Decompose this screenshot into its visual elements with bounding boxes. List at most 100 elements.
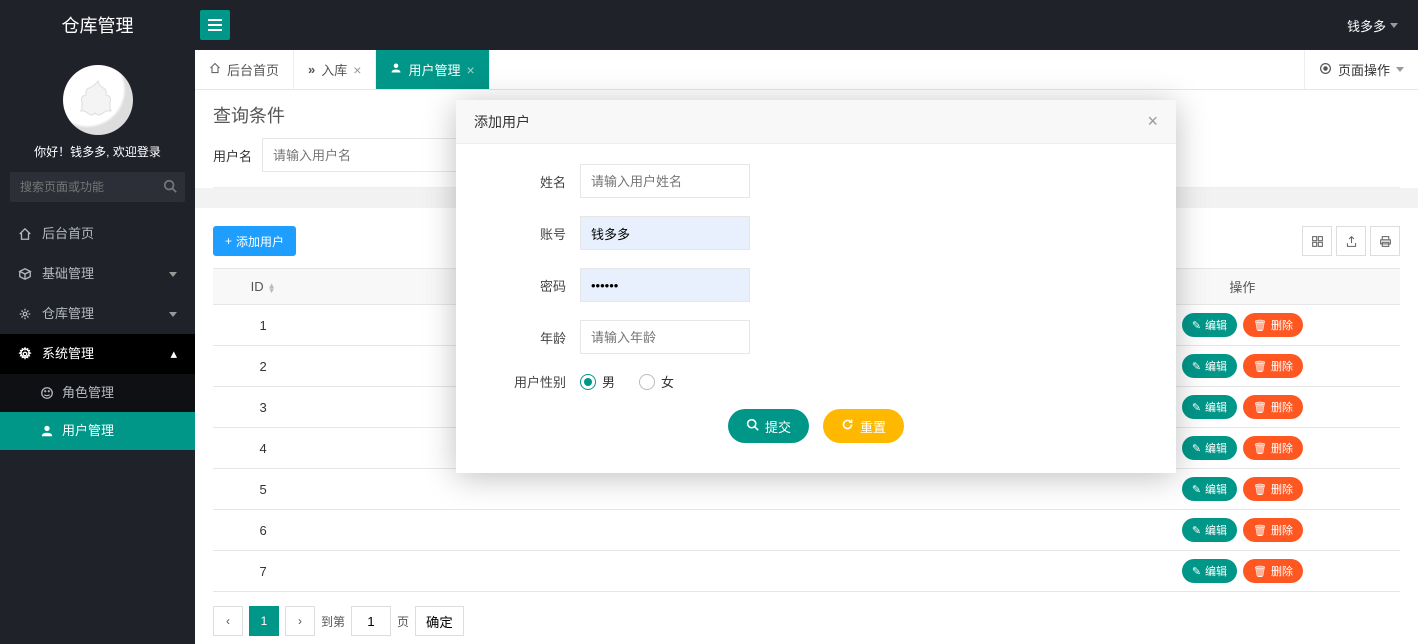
filter-button[interactable] [1302,226,1332,256]
welcome-text: 你好！钱多多, 欢迎登录 [0,143,195,172]
edit-button[interactable]: ✎编辑 [1182,395,1237,419]
gender-female-radio[interactable]: 女 [639,372,674,391]
trash-icon: 🗑 [1253,565,1267,578]
account-input[interactable] [580,216,750,250]
sort-icon: ▲▼ [268,283,276,293]
pencil-icon: ✎ [1192,319,1201,332]
target-icon [1319,62,1332,78]
edit-button[interactable]: ✎编辑 [1182,477,1237,501]
delete-button[interactable]: 🗑删除 [1243,559,1303,583]
password-input[interactable] [580,268,750,302]
pager-next[interactable]: › [285,606,315,636]
name-input[interactable] [580,164,750,198]
sidebar-item-home[interactable]: 后台首页 [0,214,195,254]
cog-icon [18,307,32,321]
pencil-icon: ✎ [1192,565,1201,578]
gender-male-radio[interactable]: 男 [580,372,615,391]
edit-button[interactable]: ✎编辑 [1182,436,1237,460]
table-row: 6 ✎编辑🗑删除 [213,510,1400,551]
user-name: 钱多多 [1347,16,1386,35]
gender-male-label: 男 [602,372,615,391]
edit-button[interactable]: ✎编辑 [1182,559,1237,583]
caret-down-icon [1390,23,1398,28]
gender-label: 用户性别 [486,372,566,391]
search-icon [746,418,759,434]
tab-label: 入库 [321,60,347,79]
sidebar-item-warehouse[interactable]: 仓库管理 [0,294,195,334]
delete-button[interactable]: 🗑删除 [1243,354,1303,378]
trash-icon: 🗑 [1253,524,1267,537]
close-icon[interactable]: × [466,62,474,78]
delete-button[interactable]: 🗑删除 [1243,436,1303,460]
delete-button[interactable]: 🗑删除 [1243,313,1303,337]
caret-down-icon [1396,67,1404,72]
username-input[interactable] [262,138,462,172]
tab-label: 后台首页 [227,60,279,79]
topbar: 仓库管理 钱多多 [0,0,1418,50]
plus-icon: + [225,234,232,248]
menu-toggle-button[interactable] [200,10,230,40]
sidebar-sub-label: 角色管理 [62,374,114,412]
home-icon [209,62,221,77]
cell-id: 3 [213,387,313,428]
delete-button[interactable]: 🗑删除 [1243,477,1303,501]
trash-icon: 🗑 [1253,442,1267,455]
table-row: 7✎编辑🗑删除 [213,551,1400,592]
app-brand: 仓库管理 [0,12,195,38]
pager-page-1[interactable]: 1 [249,606,279,636]
export-button[interactable] [1336,226,1366,256]
reset-label: 重置 [860,417,886,436]
chevron-down-icon [169,312,177,317]
search-input[interactable] [10,172,185,202]
cell-id: 1 [213,305,313,346]
cell-id: 4 [213,428,313,469]
gear-icon [18,347,32,361]
search-icon[interactable] [163,179,177,196]
submit-label: 提交 [765,417,791,436]
tab-inbound[interactable]: » 入库 × [294,50,376,89]
page-operations[interactable]: 页面操作 [1304,50,1418,89]
age-label: 年龄 [486,328,566,347]
submit-button[interactable]: 提交 [728,409,809,443]
sidebar-item-label: 系统管理 [42,334,94,374]
pager-prev[interactable]: ‹ [213,606,243,636]
refresh-icon [841,418,854,434]
edit-button[interactable]: ✎编辑 [1182,518,1237,542]
sidebar-sub-users[interactable]: 用户管理 [0,412,195,450]
gender-female-label: 女 [661,372,674,391]
sidebar-item-system[interactable]: 系统管理 ▴ [0,334,195,374]
tab-home[interactable]: 后台首页 [195,50,294,89]
age-input[interactable] [580,320,750,354]
close-icon[interactable]: × [353,62,361,78]
pager-confirm[interactable]: 确定 [415,606,464,636]
sidebar-search [10,172,185,202]
pencil-icon: ✎ [1192,401,1201,414]
delete-button[interactable]: 🗑删除 [1243,518,1303,542]
close-icon[interactable]: × [1147,111,1158,132]
pager-goto-input[interactable] [351,606,391,636]
password-label: 密码 [486,276,566,295]
sidebar-sub-roles[interactable]: 角色管理 [0,374,195,412]
edit-button[interactable]: ✎编辑 [1182,313,1237,337]
pencil-icon: ✎ [1192,442,1201,455]
edit-button[interactable]: ✎编辑 [1182,354,1237,378]
sidebar-item-label: 仓库管理 [42,294,94,334]
tab-users[interactable]: 用户管理 × [376,50,489,89]
print-button[interactable] [1370,226,1400,256]
account-label: 账号 [486,224,566,243]
home-icon [18,227,32,241]
tabs: 后台首页 » 入库 × 用户管理 × 页面操作 [195,50,1418,90]
cell-id: 6 [213,510,313,551]
avatar[interactable] [63,65,133,135]
reset-button[interactable]: 重置 [823,409,904,443]
trash-icon: 🗑 [1253,483,1267,496]
table-row: 5 ✎编辑🗑删除 [213,469,1400,510]
sidebar-item-basic[interactable]: 基础管理 [0,254,195,294]
add-user-button[interactable]: + 添加用户 [213,226,296,256]
radio-icon [580,374,596,390]
user-menu[interactable]: 钱多多 [1327,16,1418,35]
cell-id: 5 [213,469,313,510]
th-id[interactable]: ID▲▼ [213,269,313,305]
trash-icon: 🗑 [1253,319,1267,332]
delete-button[interactable]: 🗑删除 [1243,395,1303,419]
